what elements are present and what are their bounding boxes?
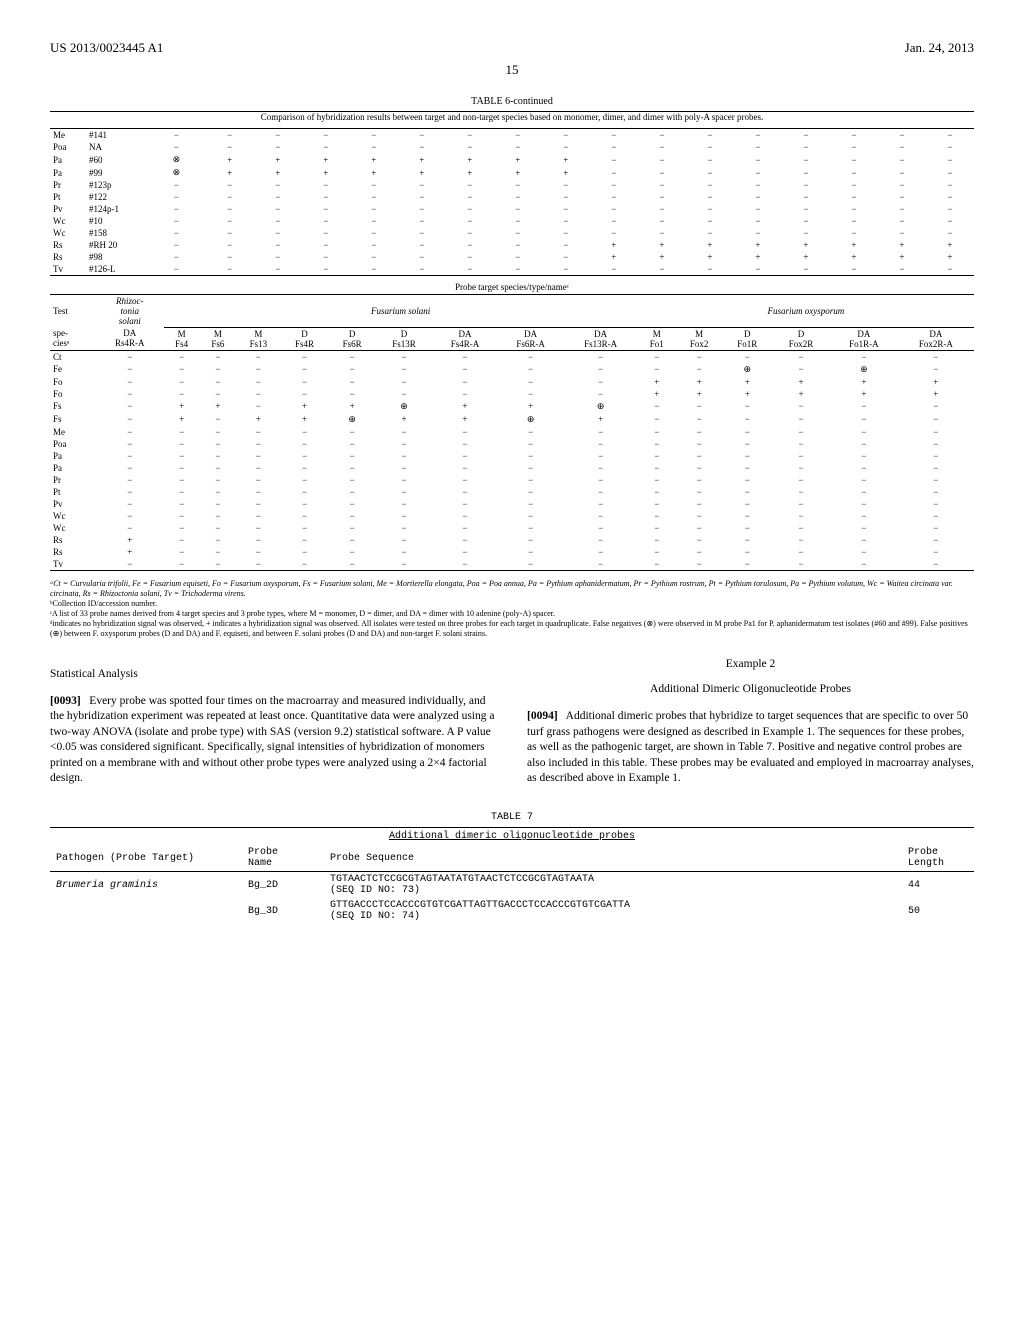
- table-row: Pa−−−−−−−−−−−−−−−−: [50, 462, 974, 474]
- table-row: Pr#123p−−−−−−−−−−−−−−−−−: [50, 179, 974, 191]
- t7-col-seq: Probe Sequence: [324, 845, 902, 872]
- footnote-c: ᶜA list of 33 probe names derived from 4…: [50, 609, 974, 619]
- table-row: Tv#126-L−−−−−−−−−−−−−−−−−: [50, 263, 974, 275]
- table-row: Wc#10−−−−−−−−−−−−−−−−−: [50, 215, 974, 227]
- table7-caption: Additional dimeric oligonucleotide probe…: [50, 828, 974, 845]
- left-column: Statistical Analysis [0093] Every probe …: [50, 657, 497, 799]
- table-row: Rs#98−−−−−−−−−++++++++: [50, 251, 974, 263]
- table-row: Me#141−−−−−−−−−−−−−−−−−: [50, 129, 974, 141]
- footnote-d: ᵈindicates no hybridization signal was o…: [50, 619, 974, 639]
- example-title: Additional Dimeric Oligonucleotide Probe…: [527, 682, 974, 698]
- para-num: [0093]: [50, 695, 81, 707]
- table-row: Pv−−−−−−−−−−−−−−−−: [50, 498, 974, 510]
- table-row: Wc−−−−−−−−−−−−−−−−: [50, 510, 974, 522]
- para-body: Every probe was spotted four times on th…: [50, 695, 494, 785]
- table-row: Pa−−−−−−−−−−−−−−−−: [50, 450, 974, 462]
- table-row: Pt#122−−−−−−−−−−−−−−−−−: [50, 191, 974, 203]
- table-row: Pa#60⊗++++++++−−−−−−−−: [50, 153, 974, 166]
- table-row: Fs−+−++⊕++⊕+−−−−−−: [50, 413, 974, 426]
- table-6-continued: TABLE 6-continued Comparison of hybridiz…: [50, 96, 974, 639]
- table7-title: TABLE 7: [50, 812, 974, 823]
- publication-date: Jan. 24, 2013: [905, 40, 974, 56]
- table-row: Me−−−−−−−−−−−−−−−−: [50, 426, 974, 438]
- table-row: Pt−−−−−−−−−−−−−−−−: [50, 486, 974, 498]
- table-row: Brumeria graminisBg_2DTGTAACTCTCCGCGTAGT…: [50, 872, 974, 899]
- table-row: Pr−−−−−−−−−−−−−−−−: [50, 474, 974, 486]
- table6-subhead: Probe target species/type/nameᶜ: [50, 276, 974, 294]
- table-7: TABLE 7 Additional dimeric oligonucleoti…: [50, 812, 974, 924]
- table6-footnotes: ᵃCt = Curvularia trifolii, Fe = Fusarium…: [50, 579, 974, 639]
- footnote-a: ᵃCt = Curvularia trifolii, Fe = Fusarium…: [50, 579, 974, 599]
- table-row: Rs+−−−−−−−−−−−−−−−: [50, 534, 974, 546]
- table-row: Rs#RH 20−−−−−−−−−++++++++: [50, 239, 974, 251]
- col-test: Test: [50, 295, 96, 327]
- page-number: 15: [50, 62, 974, 78]
- para-num: [0094]: [527, 710, 558, 722]
- table-row: PoaNA−−−−−−−−−−−−−−−−−: [50, 141, 974, 153]
- table6-header2: Test Rhizoc- tonia solani Fusarium solan…: [50, 295, 974, 570]
- table-row: Poa−−−−−−−−−−−−−−−−: [50, 438, 974, 450]
- publication-number: US 2013/0023445 A1: [50, 40, 163, 56]
- table-row: Pv#124p-1−−−−−−−−−−−−−−−−−: [50, 203, 974, 215]
- t7-col-name: Probe Name: [242, 845, 324, 872]
- t7-col-len: Probe Length: [902, 845, 974, 872]
- table-row: Pa#99⊗++++++++−−−−−−−−: [50, 166, 974, 179]
- stat-heading: Statistical Analysis: [50, 667, 497, 683]
- example-label: Example 2: [527, 657, 974, 673]
- group-fsol: Fusarium solani: [164, 295, 638, 327]
- table-row: Fo−−−−−−−−−−++++++: [50, 388, 974, 400]
- table-row: Fo−−−−−−−−−−++++++: [50, 376, 974, 388]
- para-body: Additional dimeric probes that hybridize…: [527, 710, 974, 784]
- table-row: Fe−−−−−−−−−−−−⊕−⊕−: [50, 363, 974, 376]
- footnote-b: ᵇCollection ID/accession number.: [50, 599, 974, 609]
- right-column: Example 2 Additional Dimeric Oligonucleo…: [527, 657, 974, 799]
- table-row: Tv−−−−−−−−−−−−−−−−: [50, 558, 974, 570]
- table-row: Fs−++−++⊕++⊕−−−−−−: [50, 400, 974, 413]
- table6-caption: Comparison of hybridization results betw…: [50, 112, 974, 122]
- table-row: Wc#158−−−−−−−−−−−−−−−−−: [50, 227, 974, 239]
- table-row: Ct−−−−−−−−−−−−−−−−: [50, 350, 974, 363]
- table6-title: TABLE 6-continued: [50, 96, 974, 107]
- t7-col-target: Pathogen (Probe Target): [50, 845, 242, 872]
- table6-top: Me#141−−−−−−−−−−−−−−−−−PoaNA−−−−−−−−−−−−…: [50, 129, 974, 275]
- page-header: US 2013/0023445 A1 Jan. 24, 2013: [50, 40, 974, 56]
- group-foxy: Fusarium oxysporum: [638, 295, 974, 327]
- table-row: Bg_3DGTTGACCCTCCACCCGTGTCGATTAGTTGACCCTC…: [50, 898, 974, 924]
- para-0093: [0093] Every probe was spotted four time…: [50, 694, 497, 787]
- table-row: Rs+−−−−−−−−−−−−−−−: [50, 546, 974, 558]
- para-0094: [0094] Additional dimeric probes that hy…: [527, 709, 974, 787]
- table-row: Wc−−−−−−−−−−−−−−−−: [50, 522, 974, 534]
- group-rhizo: Rhizoc- tonia solani: [96, 295, 164, 327]
